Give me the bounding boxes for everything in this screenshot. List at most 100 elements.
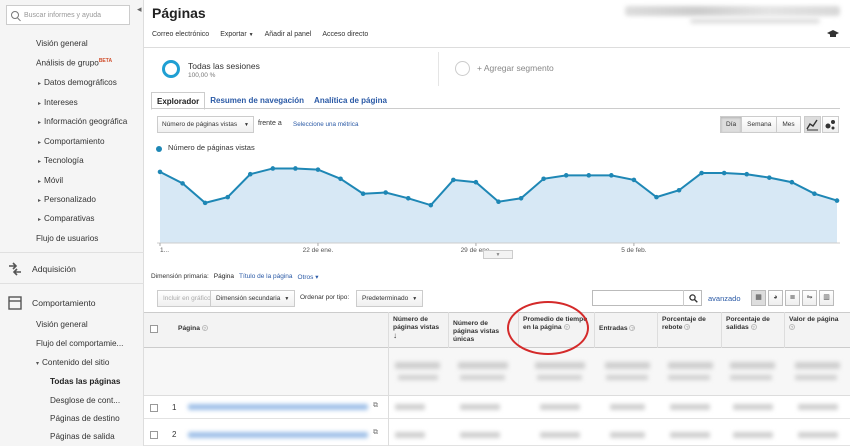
open-page-icon[interactable]: ⧉ <box>373 402 378 410</box>
sidebar-item-exit-pages[interactable]: Páginas de salida <box>50 432 115 441</box>
data-point[interactable] <box>247 171 253 177</box>
sidebar-item-audience[interactable]: ▸ Móvil <box>38 176 63 185</box>
sidebar-section-acquisition[interactable]: Adquisición <box>8 262 76 276</box>
data-point[interactable] <box>157 169 163 175</box>
data-point[interactable] <box>225 194 230 200</box>
data-point[interactable] <box>586 173 592 178</box>
view-performance-button[interactable]: ≣ <box>785 290 800 306</box>
row-bounce-blurred <box>670 404 710 410</box>
dimension-page-title[interactable]: Título de la página <box>239 273 292 281</box>
sidebar-section-behavior[interactable]: Comportamiento <box>8 296 96 310</box>
open-page-icon[interactable]: ⧉ <box>373 429 378 437</box>
sidebar-item-audience[interactable]: Visión general <box>36 39 88 48</box>
data-point[interactable] <box>451 177 456 183</box>
bar-view-icon: ≣ <box>789 294 796 301</box>
sidebar-item-all-pages[interactable]: Todas las páginas <box>50 377 120 386</box>
data-point[interactable] <box>541 176 546 182</box>
row-checkbox[interactable] <box>150 404 158 412</box>
row-page-link-blurred[interactable] <box>188 404 368 410</box>
sidebar-search-input[interactable]: Buscar informes y ayuda <box>6 5 130 25</box>
sidebar-item-behavior-flow[interactable]: Flujo del comportamie... <box>36 339 123 348</box>
data-point[interactable] <box>699 170 704 176</box>
add-segment-button[interactable]: + Agregar segmento <box>477 63 554 73</box>
data-point[interactable] <box>428 202 434 208</box>
period-week-button[interactable]: Semana <box>741 116 778 133</box>
view-percentage-button[interactable]: ◕ <box>768 290 783 306</box>
sidebar-item-audience[interactable]: ▸ Personalizado <box>38 195 96 204</box>
segment-all-sessions[interactable]: Todas las sesiones 100,00 % <box>152 50 438 88</box>
secondary-dimension-select[interactable]: Dimensión secundaria ▼ <box>210 290 296 307</box>
add-segment-circle-icon[interactable] <box>455 61 470 76</box>
chart-resize-handle[interactable]: ▼ <box>483 250 513 259</box>
data-point[interactable] <box>744 171 750 177</box>
data-point[interactable] <box>360 191 366 196</box>
sidebar-item-audience[interactable]: Flujo de usuarios <box>36 234 98 243</box>
sort-type-select[interactable]: Predeterminado ▼ <box>356 290 424 307</box>
add-to-dashboard-button[interactable]: Añadir al panel <box>265 31 312 38</box>
data-point[interactable] <box>609 173 614 178</box>
column-header-page-value[interactable]: Valor de página ? <box>784 312 850 348</box>
period-day-button[interactable]: Día <box>720 116 743 133</box>
advanced-filter-link[interactable]: avanzado <box>708 294 741 303</box>
data-point[interactable] <box>767 175 772 180</box>
view-comparison-button[interactable]: ⇋ <box>802 290 817 306</box>
data-point[interactable] <box>315 167 321 172</box>
sidebar-item-behavior-overview[interactable]: Visión general <box>36 320 88 329</box>
select-all-checkbox[interactable] <box>150 325 158 333</box>
dimension-page[interactable]: Página <box>214 273 234 281</box>
sidebar-item-content-drilldown[interactable]: Desglose de cont... <box>50 396 120 405</box>
data-point[interactable] <box>812 191 817 196</box>
total-unique-blurred <box>458 362 508 369</box>
row-checkbox[interactable] <box>150 431 158 439</box>
sidebar-item-audience[interactable]: ▸ Intereses <box>38 98 78 107</box>
data-point[interactable] <box>270 166 276 171</box>
data-point[interactable] <box>676 187 682 193</box>
data-point[interactable] <box>383 190 388 195</box>
data-point[interactable] <box>293 166 298 171</box>
row-page-link-blurred[interactable] <box>188 432 368 438</box>
search-icon <box>11 11 19 19</box>
sidebar-item-site-content[interactable]: ▾ Contenido del sitio <box>36 358 109 367</box>
dimension-other[interactable]: Otros ▾ <box>298 273 319 281</box>
data-point[interactable] <box>180 181 185 186</box>
sidebar-item-audience[interactable]: ▸ Datos demográficos <box>38 78 117 87</box>
data-point[interactable] <box>721 170 727 176</box>
metric-select[interactable]: Número de páginas vistas ▼ <box>157 116 254 133</box>
sidebar-item-audience[interactable]: ▸ Información geográfica <box>38 117 127 126</box>
data-point[interactable] <box>405 195 411 201</box>
column-header-entrances[interactable]: Entradas ? <box>594 312 657 348</box>
view-pivot-button[interactable]: ▥ <box>819 290 834 306</box>
plot-rows-button[interactable]: Incluir en gráfico <box>157 290 217 307</box>
education-cap-icon[interactable] <box>827 29 839 39</box>
data-point[interactable] <box>654 194 659 200</box>
total-unique-sub-blurred <box>460 375 505 380</box>
sidebar-item-audience[interactable]: Análisis de grupoBETA <box>36 58 112 68</box>
motion-chart-button[interactable] <box>822 116 839 133</box>
data-point[interactable] <box>202 200 208 206</box>
data-point[interactable] <box>496 199 501 205</box>
data-point[interactable] <box>834 198 840 203</box>
column-header-exit-rate[interactable]: Porcentaje de salidas ? <box>721 312 784 348</box>
data-point[interactable] <box>631 177 637 183</box>
period-month-button[interactable]: Mes <box>776 116 801 133</box>
collapse-sidebar-icon[interactable]: ◂ <box>137 4 142 15</box>
shortcut-button[interactable]: Acceso directo <box>322 31 368 38</box>
data-point[interactable] <box>518 195 524 201</box>
sidebar-item-audience[interactable]: ▸ Comportamiento <box>38 137 105 146</box>
data-point[interactable] <box>338 176 343 182</box>
data-point[interactable] <box>563 173 569 178</box>
line-chart-button[interactable] <box>804 116 821 133</box>
column-header-pageviews[interactable]: Número de páginas vistas ↓ <box>388 312 448 348</box>
column-header-bounce-rate[interactable]: Porcentaje de rebote ? <box>657 312 721 348</box>
data-point[interactable] <box>789 179 795 185</box>
select-metric-link[interactable]: Seleccione una métrica <box>293 121 358 128</box>
export-button[interactable]: Exportar ▼ <box>220 31 253 38</box>
data-point[interactable] <box>473 179 479 185</box>
sidebar-item-audience[interactable]: ▸ Comparativas <box>38 214 95 223</box>
sidebar-item-audience[interactable]: ▸ Tecnología <box>38 156 84 165</box>
column-header-page[interactable]: Página ? <box>174 312 387 348</box>
table-filter-search-button[interactable] <box>683 290 702 306</box>
email-button[interactable]: Correo electrónico <box>152 31 209 38</box>
view-table-button[interactable]: ▦ <box>751 290 766 306</box>
sidebar-item-landing-pages[interactable]: Páginas de destino <box>50 414 120 423</box>
